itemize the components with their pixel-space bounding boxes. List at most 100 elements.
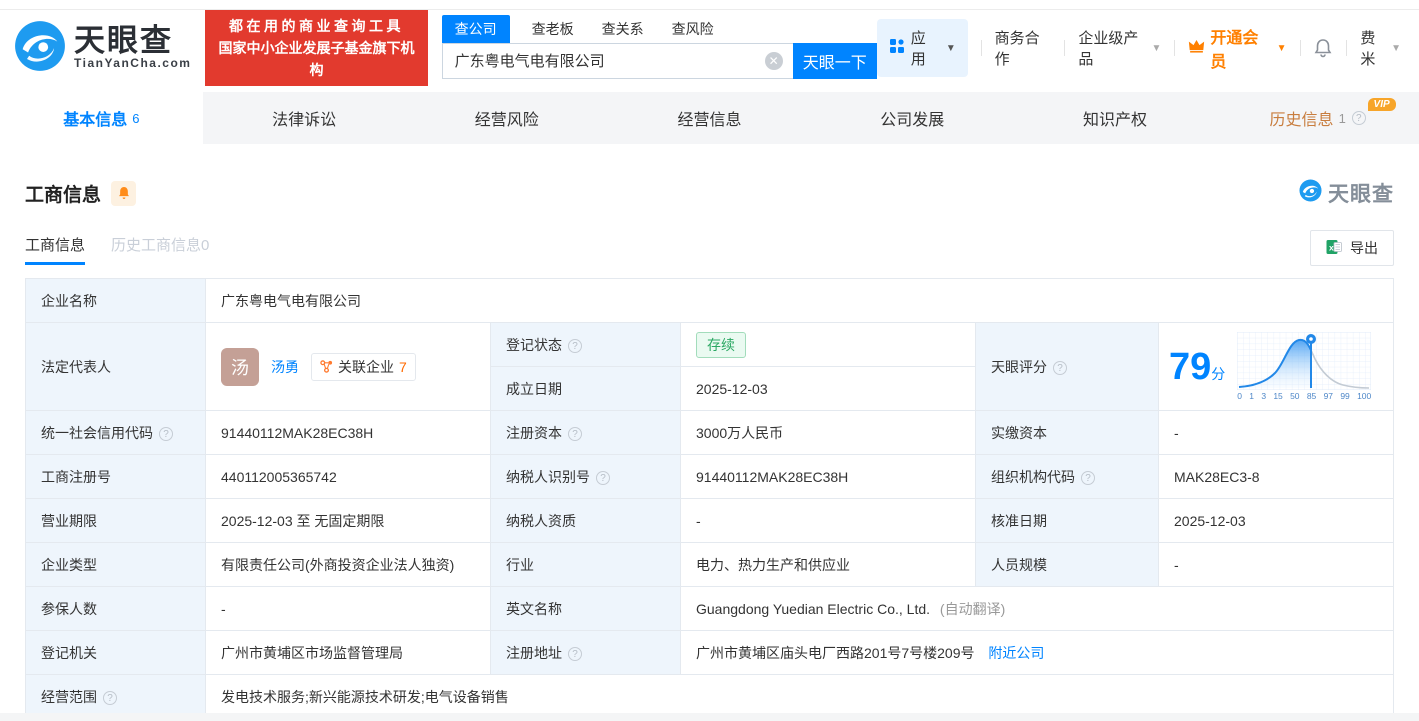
tab-label: 经营风险 [475,106,539,130]
industry-value: 电力、热力生产和供应业 [681,543,976,587]
company-type-value: 有限责任公司(外商投资企业法人独资) [206,543,491,587]
tianyancha-watermark-icon [1299,179,1322,207]
score-cell: 79分 [1159,323,1394,411]
tab-history-info[interactable]: VIP 历史信息 1 ? [1216,92,1419,144]
logo-name: 天眼查 [74,26,191,56]
business-info-table: 企业名称 广东粤电气电有限公司 法定代表人 汤 汤勇 关联企业 [25,278,1394,719]
credit-code-value: 91440112MAK28EC38H [206,411,491,455]
search-tab-company[interactable]: 查公司 [442,15,510,43]
chevron-down-icon: ▼ [946,43,956,54]
bell-icon [117,186,131,200]
table-row: 营业期限 2025-12-03 至 无固定期限 纳税人资质 - 核准日期 202… [26,499,1394,543]
export-button[interactable]: x 导出 [1310,230,1394,266]
reg-address-value: 广州市黄埔区庙头电厂西路201号7号楼209号 附近公司 [681,631,1394,675]
related-companies-count: 7 [399,359,407,375]
logo-domain: TianYanCha.com [74,56,191,70]
search-input[interactable] [442,43,793,79]
staff-size-value: - [1159,543,1394,587]
user-menu[interactable]: 费米 ▼ [1360,27,1401,69]
search-tab-relation[interactable]: 查关系 [602,19,644,43]
tab-label: 公司发展 [880,106,944,130]
help-icon[interactable]: ? [596,471,610,485]
subtab-business-info[interactable]: 工商信息 [25,231,85,265]
help-icon[interactable]: ? [1352,111,1366,125]
tab-intellectual-property[interactable]: 知识产权 [1014,92,1217,144]
related-companies-badge[interactable]: 关联企业 7 [311,353,416,381]
field-label: 天眼评分? [976,323,1159,411]
enterprise-products-label: 企业级产品 [1078,27,1148,69]
taxpayer-id-value: 91440112MAK28EC38H [681,455,976,499]
chevron-down-icon: ▼ [1391,43,1401,54]
field-label: 营业期限 [26,499,206,543]
search-tab-boss[interactable]: 查老板 [532,19,574,43]
subscribe-bell-button[interactable] [111,181,136,206]
establish-date-value: 2025-12-03 [681,367,976,411]
tab-operating-risk[interactable]: 经营风险 [405,92,608,144]
score-value: 79分 [1169,348,1225,386]
field-label: 行业 [491,543,681,587]
divider [1064,40,1065,56]
tianyancha-watermark: 天眼查 [1299,178,1394,208]
company-nav-tabs: 基本信息 6 法律诉讼 经营风险 经营信息 公司发展 知识产权 VIP 历史信息… [0,92,1419,144]
tab-basic-info[interactable]: 基本信息 6 [0,92,203,144]
tab-legal-proceedings[interactable]: 法律诉讼 [203,92,406,144]
notifications-bell[interactable] [1313,38,1333,58]
tab-operating-info[interactable]: 经营信息 [608,92,811,144]
nearby-companies-link[interactable]: 附近公司 [988,645,1044,661]
page-top-divider [0,0,1419,10]
promo-line2: 国家中小企业发展子基金旗下机构 [215,37,417,81]
reg-capital-value: 3000万人民币 [681,411,976,455]
help-icon[interactable]: ? [1081,471,1095,485]
help-icon[interactable]: ? [1053,361,1067,375]
subtab-history-business-info[interactable]: 历史工商信息0 [111,231,209,265]
help-icon[interactable]: ? [159,427,173,441]
divider [1346,40,1347,56]
reg-authority-value: 广州市黄埔区市场监督管理局 [206,631,491,675]
watermark-text: 天眼查 [1328,178,1394,208]
header: 天眼查 TianYanCha.com 都在用的商业查询工具 国家中小企业发展子基… [0,10,1419,86]
score-distribution-chart[interactable]: 01 315 5085 9799 100 [1237,332,1371,401]
legal-rep-avatar[interactable]: 汤 [221,348,259,386]
search-tab-risk[interactable]: 查风险 [672,19,714,43]
clear-search-icon[interactable]: ✕ [765,52,783,70]
field-label: 纳税人识别号? [491,455,681,499]
tianyancha-logo[interactable]: 天眼查 TianYanCha.com [14,20,191,77]
section-divider [0,713,1419,721]
vip-label: 开通会员 [1210,24,1268,72]
tab-company-development[interactable]: 公司发展 [811,92,1014,144]
apps-grid-icon [889,38,905,58]
crown-icon [1188,38,1205,58]
insured-count-value: - [206,587,491,631]
help-icon[interactable]: ? [568,427,582,441]
apps-menu[interactable]: 应用 ▼ [877,19,968,77]
divider [981,40,982,56]
approval-date-value: 2025-12-03 [1159,499,1394,543]
enterprise-products-menu[interactable]: 企业级产品 ▼ [1078,27,1161,69]
bell-icon [1313,38,1333,58]
field-label: 实缴资本 [976,411,1159,455]
table-row: 企业类型 有限责任公司(外商投资企业法人独资) 行业 电力、热力生产和供应业 人… [26,543,1394,587]
field-label: 参保人数 [26,587,206,631]
export-label: 导出 [1350,238,1378,258]
chevron-down-icon: ▼ [1151,43,1161,54]
vip-upgrade-menu[interactable]: 开通会员 ▼ [1188,24,1286,72]
field-label: 成立日期 [491,367,681,411]
field-label: 统一社会信用代码? [26,411,206,455]
field-label: 纳税人资质 [491,499,681,543]
reg-status-value: 存续 [681,323,976,367]
help-icon[interactable]: ? [568,339,582,353]
help-icon[interactable]: ? [568,647,582,661]
search-button[interactable]: 天眼一下 [793,43,877,79]
legal-rep-link[interactable]: 汤勇 [271,357,299,377]
promo-banner: 都在用的商业查询工具 国家中小企业发展子基金旗下机构 [205,10,427,86]
section-title: 工商信息 [25,180,101,207]
tab-label: 经营信息 [678,106,742,130]
field-label: 组织机构代码? [976,455,1159,499]
table-row: 参保人数 - 英文名称 Guangdong Yuedian Electric C… [26,587,1394,631]
divider [1174,40,1175,56]
business-cooperation-link[interactable]: 商务合作 [995,27,1052,69]
search-tabs: 查公司 查老板 查关系 查风险 [442,18,877,43]
table-row: 经营范围? 发电技术服务;新兴能源技术研发;电气设备销售 [26,675,1394,719]
tab-label: 基本信息 [63,106,127,130]
help-icon[interactable]: ? [103,691,117,705]
